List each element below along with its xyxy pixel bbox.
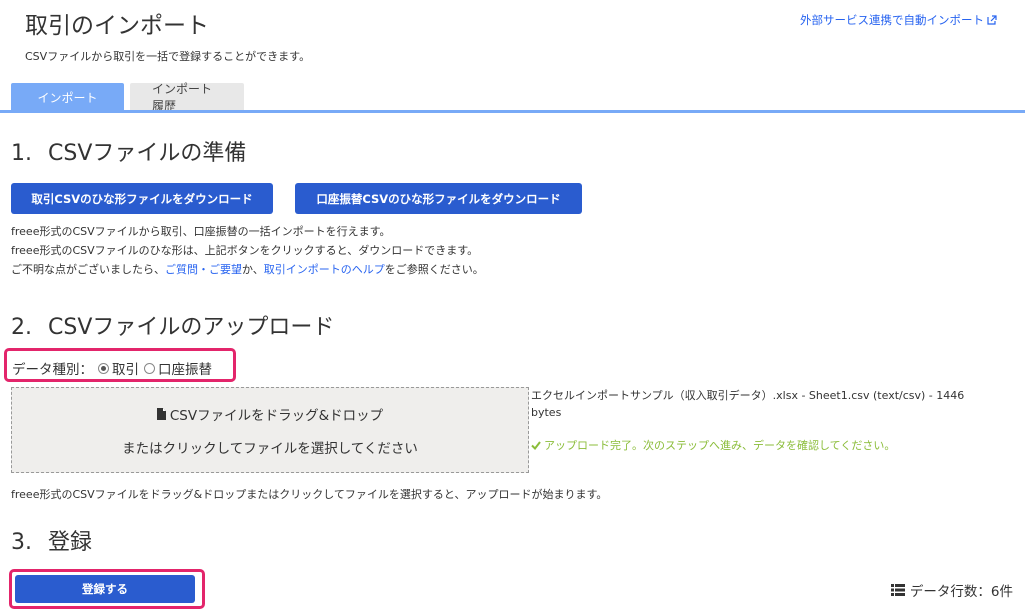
external-service-link-label: 外部サービス連携で自動インポート — [800, 13, 984, 27]
description-line-1: freee形式のCSVファイルから取引、口座振替の一括インポートを行えます。 — [11, 225, 391, 238]
section-2-number: 2. — [11, 315, 32, 340]
page-subtitle: CSVファイルから取引を一括で登録することができます。 — [25, 50, 311, 63]
tab-import[interactable]: インポート — [11, 83, 124, 111]
row-count: データ行数：6件 — [890, 580, 1013, 600]
dropzone-line-1-text: CSVファイルをドラッグ&ドロップ — [169, 408, 384, 424]
description-line-2: freee形式のCSVファイルのひな形は、上記ボタンをクリックすると、ダウンロー… — [11, 244, 479, 257]
download-transactions-template-button[interactable]: 取引CSVのひな形ファイルをダウンロード — [11, 183, 273, 214]
tab-underline — [0, 110, 1025, 113]
external-service-link[interactable]: 外部サービス連携で自動インポート — [800, 12, 997, 28]
section-2-heading: 2. CSVファイルのアップロード — [11, 309, 334, 341]
tab-import-history[interactable]: インポート履歴 — [130, 82, 244, 113]
section-2-title: CSVファイルのアップロード — [48, 315, 335, 340]
help-mid-text: か、 — [242, 263, 264, 276]
upload-help-text: freee形式のCSVファイルをドラッグ&ドロップまたはクリックしてファイルを選… — [11, 488, 608, 501]
list-icon — [890, 584, 905, 596]
import-help-link[interactable]: 取引インポートのヘルプ — [264, 263, 385, 276]
section-1-heading: 1. CSVファイルの準備 — [11, 135, 246, 167]
tab-bar: インポート インポート履歴 — [11, 82, 244, 113]
register-button[interactable]: 登録する — [15, 575, 195, 603]
page-title: 取引のインポート — [25, 13, 209, 39]
questions-link[interactable]: ご質問・ご要望 — [165, 263, 242, 276]
file-icon — [156, 408, 166, 420]
dropzone-line-2: またはクリックしてファイルを選択してください — [122, 441, 418, 457]
row-count-text: データ行数：6件 — [909, 584, 1013, 600]
data-type-selector: データ種別： 取引 口座振替 — [12, 358, 212, 378]
radio-transfers[interactable] — [144, 362, 155, 374]
radio-transactions[interactable] — [98, 362, 109, 374]
dropzone-line-1: CSVファイルをドラッグ&ドロップ — [12, 404, 528, 424]
section-1-description: freee形式のCSVファイルから取引、口座振替の一括インポートを行えます。 f… — [11, 222, 484, 279]
section-1-number: 1. — [11, 141, 32, 166]
description-line-3: ご不明な点がございましたら、ご質問・ご要望か、取引インポートのヘルプをご参照くだ… — [11, 260, 484, 279]
section-3-heading: 3. 登録 — [11, 524, 92, 556]
csv-dropzone[interactable]: CSVファイルをドラッグ&ドロップ またはクリックしてファイルを選択してください — [11, 387, 529, 473]
external-link-icon — [987, 15, 997, 25]
data-type-label: データ種別： — [12, 362, 93, 378]
download-transfers-template-button[interactable]: 口座振替CSVのひな形ファイルをダウンロード — [295, 183, 582, 214]
check-icon — [531, 440, 541, 450]
uploaded-file-info: エクセルインポートサンプル（収入取引データ）.xlsx - Sheet1.csv… — [531, 389, 965, 419]
section-3-title: 登録 — [48, 530, 93, 555]
upload-status-text: アップロード完了。次のステップへ進み、データを確認してください。 — [544, 439, 896, 452]
radio-transfers-label[interactable]: 口座振替 — [158, 358, 212, 378]
help-suffix-text: をご参照ください。 — [384, 263, 484, 276]
help-prefix-text: ご不明な点がございましたら、 — [11, 263, 165, 276]
section-1-title: CSVファイルの準備 — [48, 141, 247, 166]
section-3-number: 3. — [11, 530, 32, 555]
radio-transactions-label[interactable]: 取引 — [112, 358, 139, 378]
upload-status: アップロード完了。次のステップへ進み、データを確認してください。 — [531, 437, 895, 453]
